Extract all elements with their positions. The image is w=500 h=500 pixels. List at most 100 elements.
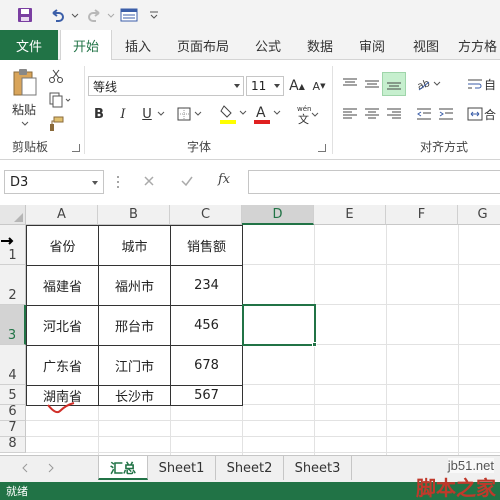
row-header-8[interactable]: 8	[0, 436, 26, 453]
tab-data[interactable]: 数据	[298, 30, 342, 60]
cell-a2[interactable]: 福建省	[27, 266, 99, 306]
tab-file[interactable]: 文件	[0, 30, 58, 60]
column-header-f[interactable]: F	[386, 205, 458, 225]
increase-indent-icon[interactable]	[436, 104, 456, 124]
orientation-icon[interactable]: ab	[414, 74, 444, 94]
svg-text:A: A	[256, 105, 266, 121]
formula-bar-grip[interactable]	[116, 174, 120, 190]
align-bottom-icon[interactable]	[382, 72, 406, 96]
column-header-g[interactable]: G	[458, 205, 500, 225]
align-right-icon[interactable]	[384, 104, 404, 124]
cell-a4[interactable]: 广东省	[27, 346, 99, 386]
clipboard-dialog-launcher[interactable]	[72, 144, 80, 152]
scroll-left-icon[interactable]	[20, 462, 32, 476]
copy-icon[interactable]	[46, 90, 74, 110]
column-header-e[interactable]: E	[314, 205, 386, 225]
fill-handle[interactable]	[312, 342, 317, 347]
font-size-combo[interactable]: 11	[246, 76, 284, 96]
grow-font-icon: A	[289, 78, 299, 94]
cell-b5[interactable]: 长沙市	[99, 386, 171, 406]
wrap-text-label[interactable]: 自	[484, 74, 500, 94]
column-header-a[interactable]: A	[26, 205, 98, 225]
form-icon[interactable]	[118, 4, 140, 26]
row-header-6[interactable]: 6	[0, 404, 26, 421]
font-name-combo[interactable]: 等线	[88, 76, 244, 96]
shrink-font-button[interactable]: A ▼	[310, 76, 328, 96]
cell-a3[interactable]: 河北省	[27, 306, 99, 346]
cell-b3[interactable]: 邢台市	[99, 306, 171, 346]
underline-button[interactable]: U	[138, 104, 156, 124]
sheet-tab-summary[interactable]: 汇总	[98, 456, 148, 480]
row-header-5[interactable]: 5	[0, 385, 26, 405]
paste-dropdown-icon[interactable]	[20, 120, 30, 128]
merge-center-label[interactable]: 合	[484, 104, 500, 124]
paste-icon[interactable]	[8, 66, 42, 98]
svg-text:wén: wén	[297, 105, 311, 113]
cell-b2[interactable]: 福州市	[99, 266, 171, 306]
align-left-icon[interactable]	[340, 104, 360, 124]
bold-button[interactable]: B	[90, 104, 108, 124]
cell-b4[interactable]: 江门市	[99, 346, 171, 386]
column-header-b[interactable]: B	[98, 205, 170, 225]
border-icon[interactable]	[176, 104, 204, 124]
insert-function-button[interactable]: fx	[218, 172, 240, 192]
font-dialog-launcher[interactable]	[318, 144, 326, 152]
cell-c1[interactable]: 销售额	[171, 226, 243, 266]
gridline	[170, 405, 171, 455]
cell-c4[interactable]: 678	[171, 346, 243, 386]
quick-access-toolbar	[0, 0, 500, 30]
cut-icon[interactable]	[46, 66, 66, 86]
cell-b1[interactable]: 城市	[99, 226, 171, 266]
fill-color-icon[interactable]	[218, 102, 248, 126]
row-header-4[interactable]: 4	[0, 345, 26, 385]
cell-c2[interactable]: 234	[171, 266, 243, 306]
tab-home[interactable]: 开始	[60, 30, 112, 61]
worksheet-grid[interactable]: A B C D E F G 1 2 3 4 5 6 7 8 省份 城市 销售额 …	[0, 205, 500, 455]
tab-formulas[interactable]: 公式	[246, 30, 290, 60]
column-header-c[interactable]: C	[170, 205, 242, 225]
align-top-icon[interactable]	[340, 74, 360, 94]
merge-center-icon[interactable]	[466, 104, 484, 124]
format-painter-icon[interactable]	[46, 114, 66, 134]
row-header-7[interactable]: 7	[0, 420, 26, 437]
redo-icon[interactable]	[84, 4, 106, 26]
customize-qat-icon[interactable]	[148, 4, 160, 26]
font-color-icon[interactable]: A	[252, 102, 282, 126]
name-box[interactable]: D3	[4, 170, 104, 194]
formula-input[interactable]	[248, 170, 500, 194]
undo-icon[interactable]	[46, 4, 68, 26]
redo-dropdown-icon[interactable]	[106, 4, 116, 26]
tab-fangfangge[interactable]: 方方格	[458, 30, 500, 60]
row-header-3[interactable]: 3	[0, 305, 26, 345]
scroll-right-icon[interactable]	[46, 462, 58, 476]
column-header-d[interactable]: D	[242, 205, 314, 225]
cancel-icon[interactable]	[142, 174, 162, 192]
select-all-corner[interactable]	[0, 205, 26, 225]
sheet-tab-sheet1[interactable]: Sheet1	[148, 456, 216, 480]
cell-c3[interactable]: 456	[171, 306, 243, 346]
grow-font-button[interactable]: A ▲	[288, 76, 306, 96]
paste-button[interactable]: 粘贴	[6, 100, 42, 118]
tab-insert[interactable]: 插入	[114, 30, 162, 60]
gridline	[242, 405, 243, 455]
italic-button[interactable]: I	[114, 104, 132, 124]
phonetic-guide-icon[interactable]: wén 文	[294, 102, 320, 126]
cell-c5[interactable]: 567	[171, 386, 243, 406]
sheet-tab-sheet3[interactable]: Sheet3	[284, 456, 352, 480]
decrease-indent-icon[interactable]	[414, 104, 434, 124]
undo-dropdown-icon[interactable]	[70, 4, 80, 26]
tab-review[interactable]: 审阅	[350, 30, 394, 60]
tab-view[interactable]: 视图	[404, 30, 448, 60]
enter-icon[interactable]	[180, 174, 200, 192]
underline-dropdown-icon[interactable]	[156, 104, 166, 124]
save-icon[interactable]	[14, 4, 36, 26]
cell-a1[interactable]: 省份	[27, 226, 99, 266]
align-center-icon[interactable]	[362, 104, 382, 124]
wrap-text-icon[interactable]	[466, 74, 484, 94]
resize-cursor-icon	[0, 235, 14, 245]
row-header-2[interactable]: 2	[0, 265, 26, 305]
sheet-tab-sheet2[interactable]: Sheet2	[216, 456, 284, 480]
active-cell-d3[interactable]	[242, 304, 316, 346]
tab-page-layout[interactable]: 页面布局	[170, 30, 236, 60]
align-middle-icon[interactable]	[362, 74, 382, 94]
